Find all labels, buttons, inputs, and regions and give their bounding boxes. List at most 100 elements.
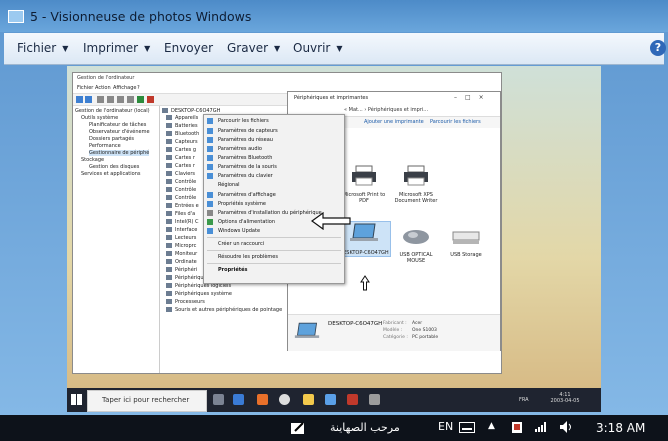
device-category: Contrôle	[166, 187, 196, 193]
device-category: Cartes g	[166, 147, 196, 153]
tree-item: Dossiers partagés	[89, 136, 135, 142]
forward-icon	[85, 96, 92, 103]
mouse-icon	[403, 230, 429, 244]
menu-imprimer[interactable]: Imprimer ▼	[83, 41, 150, 55]
mouse-icon	[207, 164, 213, 170]
tree-item: Planificateur de tâches	[89, 122, 147, 128]
context-menu-item: Parcourir les fichiers	[218, 118, 269, 124]
power-icon	[207, 219, 213, 225]
keyboard-icon[interactable]	[459, 422, 475, 433]
context-menu-item: Régional	[218, 182, 240, 188]
pen-icon[interactable]	[290, 421, 306, 435]
menu-bar: Fichier ▼ Imprimer ▼ Envoyer Graver ▼ Ouvri…	[4, 33, 664, 65]
context-menu-item: Créer un raccourci	[218, 241, 265, 247]
file-explorer-icon	[303, 394, 314, 405]
device-item: USB Storage	[440, 230, 492, 258]
detail-modele: One S1003	[412, 328, 437, 333]
device-label: USB Storage	[450, 252, 482, 258]
scan-icon	[137, 96, 144, 103]
printer-icon	[352, 165, 376, 186]
device-category: Moniteur	[166, 251, 197, 257]
device-settings-icon	[207, 210, 213, 216]
context-menu-item: Résoudre les problèmes	[218, 254, 278, 260]
dp-command: Ajouter une imprimante	[364, 119, 424, 125]
back-icon	[76, 96, 83, 103]
context-menu-item: Paramètres du réseau	[218, 137, 273, 143]
device-category: Interface	[166, 227, 197, 233]
device-category: Contrôle	[166, 179, 196, 185]
menu-ouvrir[interactable]: Ouvrir ▼	[293, 41, 343, 55]
separator	[207, 237, 341, 238]
dp-title: Périphériques et imprimantes	[294, 95, 369, 101]
dp-details-pane: DESKTOP-C6O47GH Fabricant : Acer Modèle …	[288, 314, 500, 351]
device-category: Appareils	[166, 115, 198, 121]
chrome-icon	[279, 394, 290, 405]
help-icon	[117, 96, 124, 103]
language-indicator[interactable]: EN	[438, 420, 453, 433]
context-menu-item: Propriétés	[218, 267, 248, 273]
detail-fabricant-label: Fabricant :	[383, 321, 407, 326]
context-menu-item: Paramètres audio	[218, 146, 262, 152]
context-menu-item: Paramètres d'installation du périphériqu…	[218, 210, 322, 216]
menu-envoyer[interactable]: Envoyer	[164, 41, 213, 55]
device-category: Périphériques système	[166, 291, 232, 297]
chevron-up-icon[interactable]: ▲	[488, 421, 495, 431]
device-category: Périphéri	[166, 267, 197, 273]
system-icon	[207, 201, 213, 207]
device-category: Capteurs	[166, 139, 198, 145]
photo-viewer-app-icon	[8, 10, 24, 23]
menu-graver[interactable]: Graver ▼	[227, 41, 280, 55]
cm-menu-item: Action	[95, 85, 111, 91]
inner-search-placeholder: Taper ici pour rechercher	[102, 396, 190, 404]
menu-fichier[interactable]: Fichier ▼	[17, 41, 68, 55]
device-category: Cartes r	[166, 163, 195, 169]
windows-start-icon	[71, 394, 82, 405]
device-category: Processeurs	[166, 299, 205, 305]
usb-storage-icon	[452, 231, 480, 244]
dp-address: « Mat... › Périphériques et impri...	[344, 107, 429, 113]
device-category: Intel(R) C	[166, 219, 199, 225]
network-icon	[207, 137, 213, 143]
cm-menu-item: ?	[137, 85, 140, 91]
context-menu-item: Paramètres de la souris	[218, 164, 277, 170]
window-title: 5 - Visionneuse de photos Windows	[30, 9, 252, 24]
printer-label: Microsoft XPS Document Writer	[394, 192, 438, 204]
keyboard-icon	[207, 173, 213, 179]
remove-icon	[147, 96, 154, 103]
taskbar-arabic-text: مرحب الصهاينة	[330, 421, 400, 434]
network-signal-icon[interactable]	[534, 421, 548, 433]
security-shield-icon[interactable]	[510, 420, 524, 435]
properties-icon	[107, 96, 114, 103]
context-menu-item: Options d'alimentation	[218, 219, 275, 225]
inner-search-box: Taper ici pour rechercher	[87, 390, 207, 412]
store-icon	[325, 394, 336, 405]
context-menu-item: Paramètres du clavier	[218, 173, 273, 179]
context-menu-item: Windows Update	[218, 228, 261, 234]
dp-command: Parcourir les fichiers	[430, 119, 481, 125]
detail-categorie-label: Catégorie :	[383, 335, 408, 340]
arrow-left-annotation	[311, 212, 351, 230]
volume-icon[interactable]	[559, 420, 573, 434]
chevron-down-icon: ▼	[274, 44, 281, 53]
inner-lang: FRA	[519, 397, 529, 403]
device-category: Lecteurs	[166, 235, 196, 241]
context-menu-item: Paramètres Bluetooth	[218, 155, 273, 161]
laptop-icon	[350, 223, 378, 241]
cm-tree: Gestion de l'ordinateur (local) Outils s…	[73, 106, 160, 373]
tree-item: Observateur d'événeme	[89, 129, 150, 135]
photo-image: Gestion de l'ordinateur Fichier Action A…	[67, 66, 601, 388]
clock[interactable]: 3:18 AM	[596, 421, 645, 435]
sensor-icon	[207, 128, 213, 134]
device-category: Contrôle	[166, 195, 196, 201]
app-icon	[369, 394, 380, 405]
title-bar: 5 - Visionneuse de photos Windows	[0, 0, 668, 32]
task-view-icon	[213, 394, 224, 405]
view-icon	[127, 96, 134, 103]
chevron-down-icon: ▼	[336, 44, 343, 53]
tree-item: Gestion de l'ordinateur (local)	[75, 108, 150, 114]
tree-item: Stockage	[81, 157, 105, 163]
help-icon[interactable]: ?	[650, 40, 666, 56]
cm-title: Gestion de l'ordinateur	[77, 75, 135, 81]
device-category: Bluetooth	[166, 131, 199, 137]
device-category: Batteries	[166, 123, 198, 129]
